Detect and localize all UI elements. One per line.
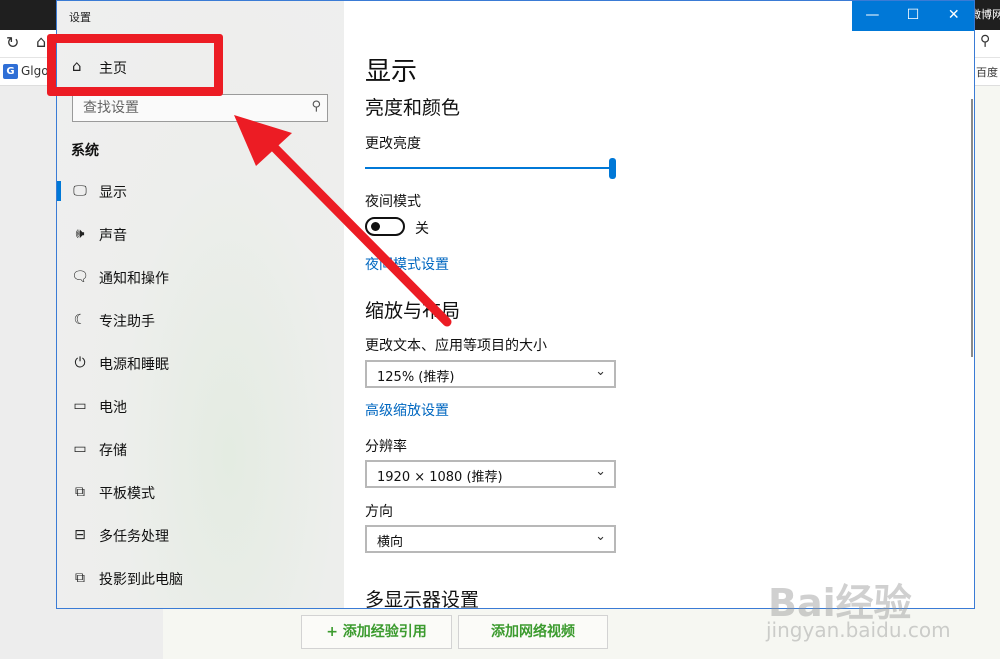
sidebar-item-tablet-mode[interactable]: ⧉ 平板模式 [57,474,344,510]
annotation-highlight-box [47,34,223,96]
sidebar-section-title: 系统 [71,143,99,159]
sidebar-item-power[interactable]: ⏻ 电源和睡眠 [57,345,344,381]
sidebar-item-battery[interactable]: ▭ 电池 [57,388,344,424]
battery-icon: ▭ [73,398,87,414]
window-title: 设置 [69,11,91,24]
sidebar-item-label: 多任务处理 [99,529,169,545]
home-icon[interactable]: ⌂ [36,32,46,51]
resolution-label: 分辨率 [365,439,407,455]
notification-icon: 🗨 [71,269,89,285]
watermark-url: jingyan.baidu.com [766,618,951,642]
orientation-label: 方向 [365,504,393,520]
multi-display-section-title: 多显示器设置 [365,589,480,609]
chevron-down-icon: ⌄ [595,529,606,544]
sidebar-item-projecting[interactable]: ⧉ 投影到此电脑 [57,560,344,596]
night-mode-label: 夜间模式 [365,194,421,210]
bookmark-item-baidu[interactable]: 百度 [976,64,1000,80]
projection-icon: ⧉ [75,570,85,586]
moon-icon: ☾ [73,312,87,328]
orientation-value: 横向 [377,535,404,550]
scale-label: 更改文本、应用等项目的大小 [365,338,547,354]
bookmark-favicon-icon[interactable]: G [3,64,18,79]
settings-search[interactable]: ⚲ [72,94,328,122]
sidebar-item-label: 平板模式 [99,486,155,502]
sidebar-item-label: 投影到此电脑 [99,572,183,588]
chevron-down-icon: ⌄ [595,464,606,479]
scale-dropdown[interactable]: 125% (推荐) ⌄ [365,360,616,388]
sidebar-item-notifications[interactable]: 🗨 通知和操作 [57,259,344,295]
scale-value: 125% (推荐) [377,370,455,385]
sidebar-item-display[interactable]: 🖵 显示 [57,173,344,209]
settings-content: 显示 亮度和颜色 更改亮度 夜间模式 关 夜间模式设置 缩放与布局 更改文本、应… [344,1,974,608]
storage-icon: ▭ [73,441,87,457]
resolution-value: 1920 × 1080 (推荐) [377,470,503,485]
resolution-dropdown[interactable]: 1920 × 1080 (推荐) ⌄ [365,460,616,488]
content-scrollbar[interactable] [971,99,973,357]
monitor-icon: 🖵 [73,183,87,199]
search-icon[interactable]: ⚲ [311,99,321,114]
sidebar-item-label: 专注助手 [99,314,155,330]
sidebar-item-sound[interactable]: 🕪 声音 [57,216,344,252]
orientation-dropdown[interactable]: 横向 ⌄ [365,525,616,553]
page-title: 显示 [365,57,418,87]
chevron-down-icon: ⌄ [595,364,606,379]
sidebar-item-label: 存储 [99,443,127,459]
brightness-slider-thumb[interactable] [609,158,616,179]
tablet-icon: ⧉ [75,484,85,500]
maximize-button[interactable]: ☐ [893,1,934,31]
brightness-section-title: 亮度和颜色 [365,97,461,119]
add-experience-reference-button[interactable]: + 添加经验引用 [301,615,452,649]
sidebar-item-label: 电源和睡眠 [99,357,169,373]
brightness-label: 更改亮度 [365,136,421,152]
sidebar-item-multitasking[interactable]: ⊟ 多任务处理 [57,517,344,553]
window-controls: — ☐ ✕ [852,1,974,31]
sidebar-item-label: 声音 [99,228,127,244]
search-input[interactable] [73,95,299,121]
advanced-scaling-link[interactable]: 高级缩放设置 [365,400,449,420]
sidebar-item-label: 通知和操作 [99,271,169,287]
toggle-knob [371,222,380,231]
refresh-icon[interactable]: ↻ [6,33,19,52]
brightness-slider-track[interactable] [365,167,611,169]
search-icon[interactable]: ⚲ [980,33,990,49]
scale-section-title: 缩放与布局 [365,300,461,322]
sidebar-item-focus-assist[interactable]: ☾ 专注助手 [57,302,344,338]
power-icon: ⏻ [74,355,86,371]
sidebar-item-storage[interactable]: ▭ 存储 [57,431,344,467]
sidebar-item-label: 显示 [99,185,127,201]
close-button[interactable]: ✕ [933,1,974,31]
night-mode-settings-link[interactable]: 夜间模式设置 [365,254,449,274]
sidebar-item-label: 电池 [99,400,127,416]
multitask-icon: ⊟ [74,527,86,543]
minimize-button[interactable]: — [852,1,893,31]
night-mode-toggle[interactable] [365,217,405,236]
speaker-icon: 🕪 [75,226,85,242]
night-mode-state: 关 [415,221,429,237]
add-web-video-button[interactable]: 添加网络视频 [458,615,608,649]
